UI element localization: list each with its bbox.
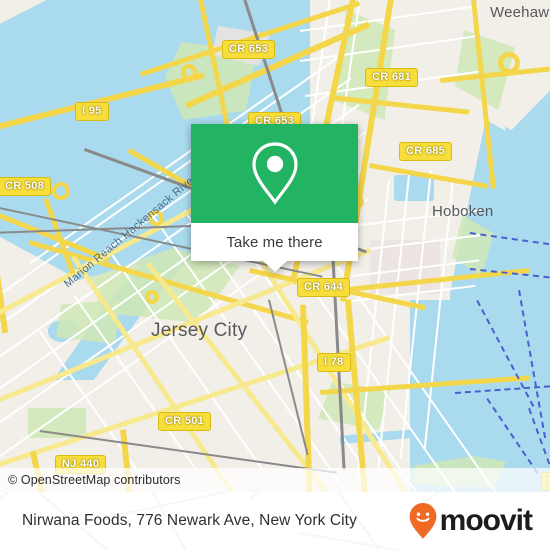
- osm-attribution[interactable]: © OpenStreetMap contributors: [0, 468, 550, 492]
- road-shield-cr644: CR 644: [297, 278, 351, 297]
- card-image-area: [191, 124, 358, 223]
- take-me-there-label: Take me there: [226, 233, 323, 251]
- card-pointer-tail: [262, 261, 287, 272]
- place-label-jersey-city: Jersey City: [151, 320, 248, 341]
- screenshot-root: Weehawken Hoboken Jersey City Marion Rea…: [0, 0, 550, 550]
- interchange-ring-west: [52, 182, 70, 200]
- place-label-weehawken: Weehawken: [490, 4, 550, 21]
- road-shield-i95: I 95: [75, 102, 109, 121]
- footer-bar: Nirwana Foods, 776 Newark Ave, New York …: [0, 492, 550, 550]
- location-title: Nirwana Foods, 776 Newark Ave, New York …: [22, 512, 357, 529]
- location-popup-card[interactable]: Take me there: [191, 124, 358, 272]
- moovit-brand[interactable]: moovit: [408, 502, 533, 540]
- road-shield-cr501: CR 501: [158, 412, 212, 431]
- moovit-smiley-pin-icon: [409, 503, 437, 539]
- road-shield-cr681: CR 681: [365, 68, 419, 87]
- place-label-hoboken: Hoboken: [432, 203, 494, 220]
- map-pin-icon: [251, 141, 298, 205]
- moovit-wordmark: moovit: [439, 504, 533, 537]
- road-shield-cr653-north: CR 653: [222, 40, 276, 59]
- road-shield-cr685: CR 685: [399, 142, 453, 161]
- card-action-area[interactable]: Take me there: [191, 223, 358, 272]
- interchange-ring-north: [181, 64, 197, 80]
- road-shield-cr508: CR 508: [0, 177, 52, 196]
- interchange-ring-weehawken: [498, 52, 520, 74]
- interchange-ring-jerseycity: [145, 290, 159, 304]
- road-shield-i78: I 78: [317, 353, 351, 372]
